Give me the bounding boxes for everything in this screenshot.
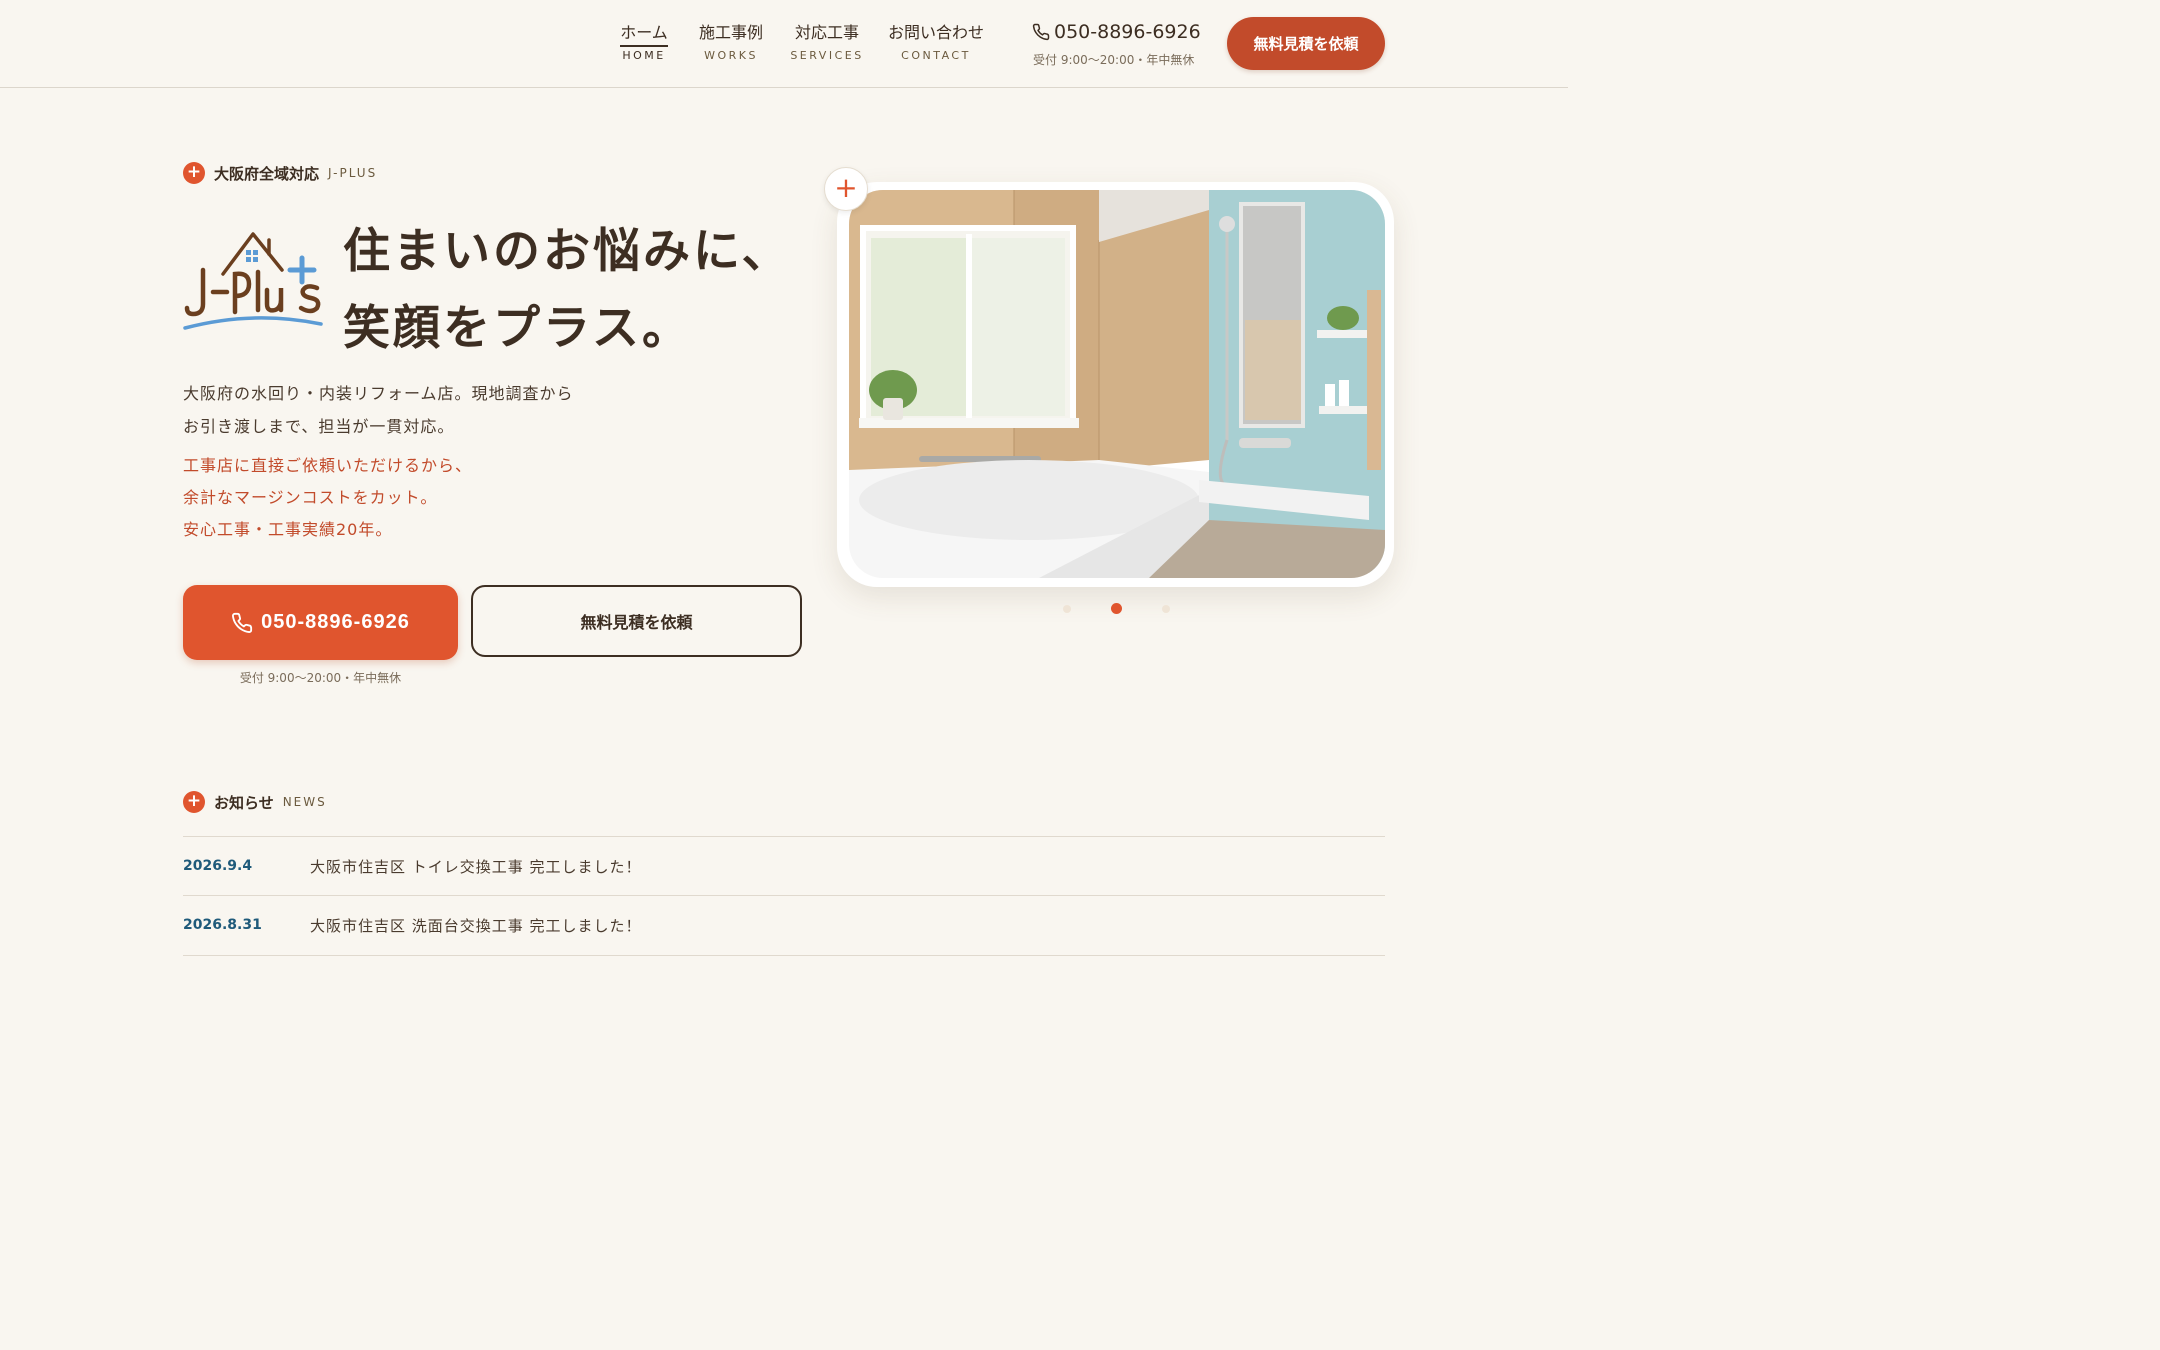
- hero-phone-hours: 受付 9:00〜20:00・年中無休: [239, 671, 402, 685]
- phone-icon: [1032, 23, 1050, 41]
- hero-description: 大阪府の水回り・内装リフォーム店。現地調査から お引き渡しまで、担当が一貫対応。: [183, 377, 574, 443]
- hero-phone-number: 050-8896-6926: [261, 611, 410, 633]
- phone-icon: [232, 612, 253, 633]
- news-item[interactable]: 2026.8.31 大阪市住吉区 洗面台交換工事 完工しました！: [183, 896, 1385, 954]
- nav-item-sublabel: SERVICES: [790, 49, 864, 62]
- header-quote-button[interactable]: 無料見積を依頼: [1227, 17, 1385, 70]
- plus-icon: +: [183, 791, 205, 813]
- slider-dot-active[interactable]: [1111, 603, 1122, 614]
- nav-item-works[interactable]: 施工事例 WORKS: [697, 22, 765, 62]
- nav-item-label: 施工事例: [698, 23, 763, 42]
- news-text: 大阪市住吉区 トイレ交換工事 完工しました！: [310, 857, 642, 876]
- header-hours: 受付 9:00〜20:00・年中無休: [1033, 53, 1195, 67]
- hero-phone-button[interactable]: 050-8896-6926: [183, 585, 458, 660]
- news-subtitle: NEWS: [282, 795, 327, 809]
- accent-line-3: 安心工事・工事実績20年。: [183, 520, 393, 539]
- nav-item-sublabel: WORKS: [704, 49, 758, 62]
- plus-icon: +: [183, 162, 205, 184]
- hero-accent-text: 工事店に直接ご依頼いただけるから、 余計なマージンコストをカット。 安心工事・工…: [183, 450, 472, 546]
- accent-line-1: 工事店に直接ご依頼いただけるから、: [183, 456, 473, 475]
- site-header: ホーム HOME 施工事例 WORKS 対応工事 SERVICES お問い合わせ…: [0, 0, 1568, 88]
- eyebrow-label: 大阪府全域対応: [214, 164, 320, 183]
- nav-item-sublabel: CONTACT: [901, 49, 971, 62]
- slider-plus-icon: +: [824, 167, 868, 211]
- slider-dot[interactable]: [1063, 604, 1071, 613]
- j-plus-logo: [183, 232, 323, 330]
- news-date: 2026.9.4: [183, 858, 253, 874]
- description-line-1: 大阪府の水回り・内装リフォーム店。現地調査から: [183, 384, 574, 403]
- accent-line-2: 余計なマージンコストをカット。: [183, 488, 438, 507]
- nav-item-sublabel: HOME: [622, 49, 666, 62]
- eyebrow-sublabel: J-PLUS: [328, 166, 378, 180]
- hero-headline: 住まいのお悩みに、 笑顔をプラス。: [343, 213, 792, 367]
- main-nav: ホーム HOME 施工事例 WORKS 対応工事 SERVICES お問い合わせ…: [600, 22, 986, 62]
- news-divider: [183, 955, 1385, 956]
- description-line-2: お引き渡しまで、担当が一貫対応。: [183, 417, 455, 436]
- nav-item-label: ホーム: [620, 22, 668, 47]
- nav-item-services[interactable]: 対応工事 SERVICES: [790, 22, 864, 62]
- nav-item-contact[interactable]: お問い合わせ CONTACT: [886, 22, 986, 62]
- header-phone-number: 050-8896-6926: [1054, 21, 1201, 43]
- headline-line-2: 笑顔をプラス。: [343, 301, 693, 356]
- slider-dot[interactable]: [1162, 604, 1170, 613]
- news-title: お知らせ: [214, 793, 274, 812]
- hero-quote-button[interactable]: 無料見積を依頼: [471, 585, 802, 657]
- bathroom-photo: [849, 190, 1385, 578]
- nav-item-home[interactable]: ホーム HOME: [619, 22, 669, 62]
- news-heading: + お知らせ NEWS: [183, 791, 327, 813]
- nav-item-label: 対応工事: [794, 23, 859, 42]
- slider-dots: [1063, 603, 1210, 614]
- news-text: 大阪市住吉区 洗面台交換工事 完工しました！: [310, 916, 642, 935]
- headline-line-1: 住まいのお悩みに、: [343, 224, 792, 279]
- news-item[interactable]: 2026.9.4 大阪市住吉区 トイレ交換工事 完工しました！: [183, 837, 1385, 895]
- nav-item-label: お問い合わせ: [887, 23, 984, 42]
- header-phone[interactable]: 050-8896-6926 受付 9:00〜20:00・年中無休: [1032, 20, 1201, 68]
- news-date: 2026.8.31: [183, 917, 262, 933]
- hero-eyebrow: + 大阪府全域対応 J-PLUS: [183, 162, 377, 184]
